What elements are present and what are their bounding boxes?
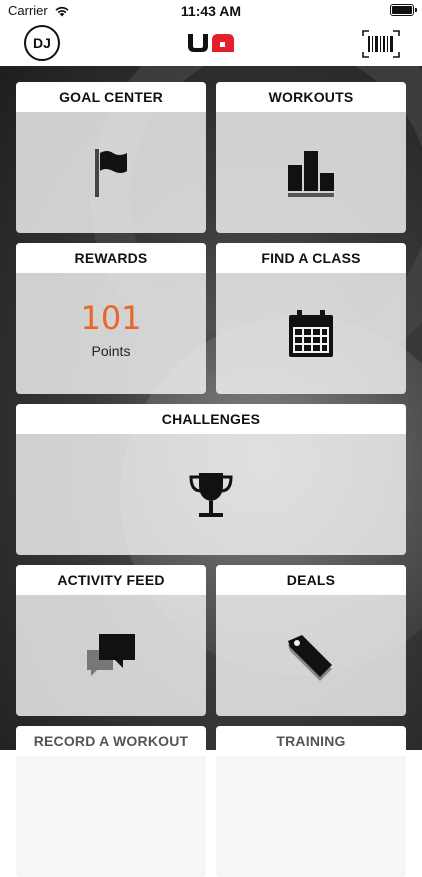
tile-deals-title: DEALS	[216, 565, 406, 595]
tile-rewards-title: REWARDS	[16, 243, 206, 273]
podium-icon	[288, 150, 334, 197]
tile-training-title: TRAINING	[216, 726, 406, 756]
tile-activity-feed-title: ACTIVITY FEED	[16, 565, 206, 595]
tile-find-a-class-title: FIND A CLASS	[216, 243, 406, 273]
calendar-icon	[289, 309, 333, 357]
tile-challenges[interactable]: CHALLENGES	[16, 404, 406, 555]
tile-challenges-title: CHALLENGES	[16, 404, 406, 434]
rewards-points-value: 101	[80, 298, 142, 337]
chat-bubbles-icon	[87, 633, 135, 676]
rewards-points-label: Points	[91, 342, 131, 359]
tile-goal-center[interactable]: GOAL CENTER	[16, 82, 206, 233]
under-armour-logo	[188, 34, 234, 52]
battery-icon	[390, 4, 417, 16]
tile-workouts[interactable]: WORKOUTS	[216, 82, 406, 233]
avatar-initials: DJ	[33, 35, 51, 51]
tile-training[interactable]: TRAINING	[216, 726, 406, 877]
tile-workouts-title: WORKOUTS	[216, 82, 406, 112]
tile-deals[interactable]: DEALS	[216, 565, 406, 716]
tile-rewards[interactable]: REWARDS 101 Points	[16, 243, 206, 394]
avatar[interactable]: DJ	[24, 25, 60, 61]
tile-find-a-class[interactable]: FIND A CLASS	[216, 243, 406, 394]
trophy-icon	[189, 472, 233, 517]
status-time: 11:43 AM	[180, 3, 242, 19]
tile-record-a-workout-title: RECORD A WORKOUT	[16, 726, 206, 756]
tile-record-a-workout[interactable]: RECORD A WORKOUT	[16, 726, 206, 877]
nav-bar: DJ	[0, 22, 422, 66]
status-bar: Carrier 11:43 AM	[0, 0, 422, 22]
tile-goal-center-title: GOAL CENTER	[16, 82, 206, 112]
tag-icon	[288, 634, 332, 681]
barcode-icon[interactable]	[362, 30, 400, 58]
flag-icon	[95, 148, 127, 197]
tile-activity-feed[interactable]: ACTIVITY FEED	[16, 565, 206, 716]
